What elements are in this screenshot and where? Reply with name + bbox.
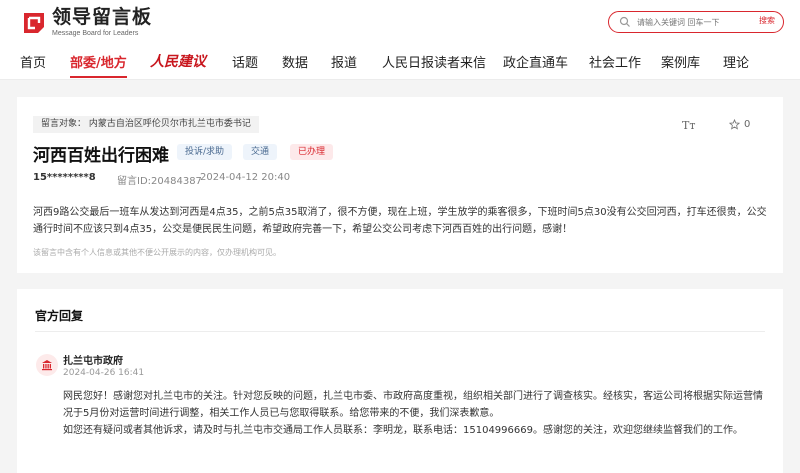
main-nav: 首页 部委/地方 人民建议 话题 数据 报道 人民日报读者来信 政企直通车 社会…	[0, 48, 800, 78]
message-title: 河西百姓出行困难	[33, 146, 169, 166]
search-box: 搜索	[608, 11, 784, 33]
reply-paragraph: 网民您好！感谢您对扎兰屯市的关注。针对您反映的问题，扎兰屯市委、市政府高度重视，…	[63, 391, 763, 419]
government-building-icon	[36, 354, 58, 376]
site-logo[interactable]: 领导留言板 Message Board for Leaders	[22, 8, 152, 37]
site-header: 领导留言板 Message Board for Leaders 搜索 首页 部委…	[0, 0, 800, 80]
nav-item-topics[interactable]: 话题	[232, 52, 258, 71]
message-card: 留言对象： 内蒙古自治区呼伦贝尔市扎兰屯市委书记 Tт 0 河西百姓出行困难 投…	[17, 97, 783, 273]
reply-card: 官方回复 扎兰屯市政府 2024-04-26 16:41 网民您好！感谢您对扎兰…	[17, 289, 783, 473]
favorite-count: 0	[744, 119, 751, 130]
reply-heading: 官方回复	[35, 309, 84, 323]
message-time: 2024-04-12 20:40	[200, 172, 291, 183]
status-badge: 已办理	[290, 144, 334, 160]
message-user: 15********8	[33, 172, 96, 183]
nav-item-social-work[interactable]: 社会工作	[589, 52, 641, 71]
message-id: 留言ID:20484387	[117, 176, 202, 187]
logo-subtitle: Message Board for Leaders	[52, 30, 139, 37]
nav-item-theory[interactable]: 理论	[723, 52, 749, 71]
nav-item-people-suggestions[interactable]: 人民建议	[150, 51, 206, 71]
reply-org-name: 扎兰屯市政府	[63, 356, 123, 367]
search-input[interactable]	[637, 17, 747, 27]
privacy-note: 该留言中含有个人信息或其他不便公开展示的内容，仅办理机构可见。	[33, 248, 281, 257]
search-icon	[619, 16, 630, 27]
nav-item-ministries[interactable]: 部委/地方	[70, 52, 127, 78]
nav-item-enterprise[interactable]: 政企直通车	[503, 52, 568, 71]
reply-date: 2024-04-26 16:41	[63, 368, 145, 378]
reply-body: 网民您好！感谢您对扎兰屯市的关注。针对您反映的问题，扎兰屯市委、市政府高度重视，…	[63, 388, 771, 439]
logo-title: 领导留言板	[52, 6, 153, 28]
favorite-button[interactable]: 0	[729, 119, 750, 130]
message-body: 河西9路公交最后一班车从发达到河西是4点35，之前5点35取消了，很不方便，现在…	[33, 207, 767, 235]
nav-item-reader-letters[interactable]: 人民日报读者来信	[382, 52, 486, 71]
divider	[35, 331, 765, 332]
search-button[interactable]: 搜索	[759, 15, 775, 26]
nav-item-data[interactable]: 数据	[282, 52, 308, 71]
area-badge: 交通	[243, 144, 278, 160]
message-target: 留言对象： 内蒙古自治区呼伦贝尔市扎兰屯市委书记	[33, 116, 259, 133]
nav-item-case-library[interactable]: 案例库	[661, 52, 700, 71]
type-badge: 投诉/求助	[177, 144, 233, 160]
reply-paragraph: 如您还有疑问或者其他诉求，请及时与扎兰屯市交通局工作人员联系：李明龙，联系电话：…	[63, 425, 743, 436]
nav-item-home[interactable]: 首页	[20, 52, 46, 71]
logo-mark-icon	[22, 11, 46, 35]
font-size-icon[interactable]: Tт	[682, 119, 695, 132]
nav-item-reports[interactable]: 报道	[331, 52, 357, 71]
star-icon	[729, 119, 740, 130]
